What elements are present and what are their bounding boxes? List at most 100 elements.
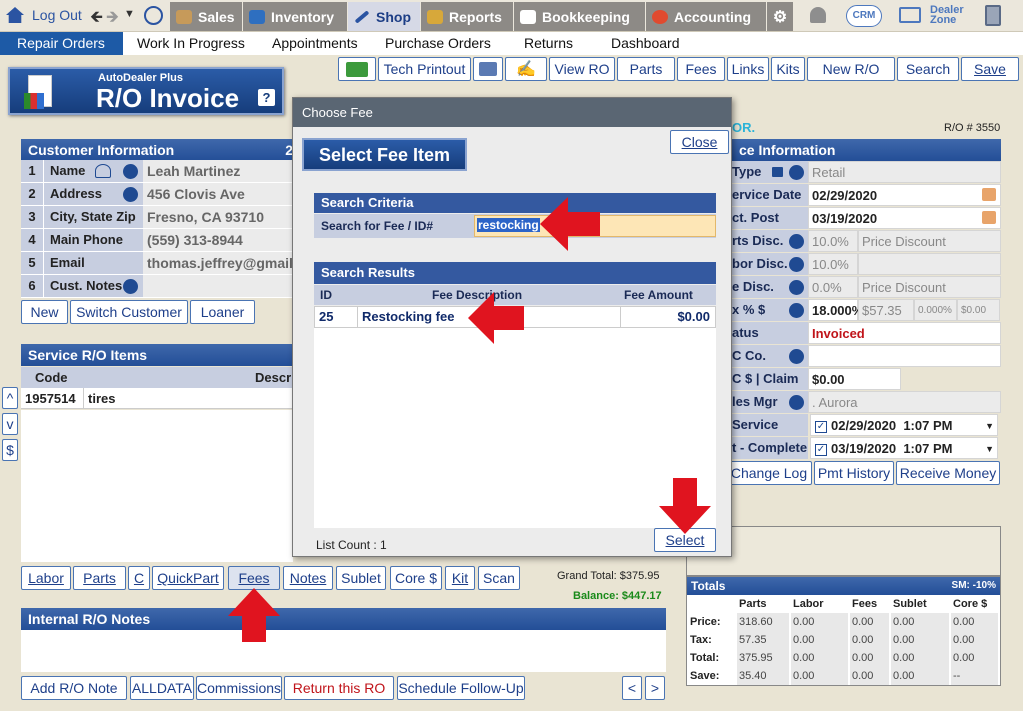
help-icon[interactable]: ?: [258, 89, 275, 106]
switch-customer-button[interactable]: Switch Customer: [70, 300, 188, 324]
next-button[interactable]: >: [645, 676, 665, 700]
info-field-extra[interactable]: Price Discount: [858, 230, 1001, 252]
lookup-icon[interactable]: [789, 349, 804, 364]
field-value[interactable]: Leah Martinez: [143, 160, 293, 182]
pmt-history-button[interactable]: Pmt History: [814, 461, 894, 485]
notes-button[interactable]: Notes: [283, 566, 333, 590]
field-value[interactable]: thomas.jeffrey@gmail.c: [143, 252, 305, 274]
c-button[interactable]: C: [128, 566, 150, 590]
info-field-extra[interactable]: 0.000%: [914, 299, 957, 321]
lookup-icon[interactable]: [789, 234, 804, 249]
field-value[interactable]: (559) 313-8944: [143, 229, 293, 251]
internal-notes-body[interactable]: [21, 630, 666, 672]
move-up-button[interactable]: ^: [2, 387, 18, 409]
calculator-icon[interactable]: [985, 5, 1001, 26]
add-ro-note-button[interactable]: Add R/O Note: [21, 676, 127, 700]
checkbox-icon[interactable]: ✓: [815, 443, 827, 456]
subnav-dashboard[interactable]: Dashboard: [611, 32, 680, 55]
change-log-button[interactable]: Change Log: [726, 461, 812, 485]
dealer-zone-label-2[interactable]: Zone: [930, 14, 956, 26]
parts-button[interactable]: Parts: [617, 57, 675, 81]
fees-add-button[interactable]: Fees: [228, 566, 280, 590]
forward-arrow-icon[interactable]: 🡺: [106, 6, 119, 33]
folder-button[interactable]: [338, 57, 376, 81]
new-ro-button[interactable]: New R/O: [807, 57, 895, 81]
subnav-appointments[interactable]: Appointments: [272, 32, 358, 55]
lookup-icon[interactable]: [789, 165, 804, 180]
info-field-value[interactable]: 0.0%: [808, 276, 858, 298]
field-value[interactable]: Fresno, CA 93710: [143, 206, 293, 228]
logout-link[interactable]: Log Out: [32, 7, 82, 23]
print-button[interactable]: [473, 57, 503, 81]
calendar-icon[interactable]: [982, 211, 996, 224]
unlock-icon[interactable]: [772, 167, 783, 177]
nav-inventory[interactable]: Inventory: [243, 2, 347, 31]
crm-icon[interactable]: CRM: [846, 5, 882, 27]
move-down-button[interactable]: v: [2, 413, 18, 435]
user-face-icon[interactable]: [144, 6, 163, 25]
nav-settings[interactable]: ⚙: [767, 2, 793, 31]
dealer-zone-icon[interactable]: [899, 7, 921, 23]
back-arrow-icon[interactable]: 🡸: [90, 6, 103, 33]
info-field-extra[interactable]: Price Discount: [858, 276, 1001, 298]
loaner-button[interactable]: Loaner: [190, 300, 255, 324]
save-button[interactable]: Save: [961, 57, 1019, 81]
quickpart-button[interactable]: QuickPart: [152, 566, 224, 590]
nav-accounting[interactable]: Accounting: [646, 2, 766, 31]
kit-button[interactable]: Kit: [445, 566, 475, 590]
field-value[interactable]: [143, 275, 293, 297]
labor-button[interactable]: Labor: [21, 566, 71, 590]
calendar-icon[interactable]: [982, 188, 996, 201]
kits-button[interactable]: Kits: [771, 57, 805, 81]
scan-button[interactable]: Scan: [478, 566, 520, 590]
subnav-purchase-orders[interactable]: Purchase Orders: [385, 32, 491, 55]
core-button[interactable]: Core $: [390, 566, 442, 590]
datetime-field[interactable]: ✓ 02/29/2020 1:07 PM ▼: [810, 414, 998, 436]
bell-icon[interactable]: [810, 7, 826, 23]
lookup-icon[interactable]: [123, 187, 138, 202]
info-field-value[interactable]: 03/19/2020: [808, 207, 1001, 229]
chevron-down-icon[interactable]: ▼: [985, 438, 994, 460]
info-field-value[interactable]: $0.00: [808, 368, 901, 390]
tech-printout-button[interactable]: Tech Printout: [378, 57, 471, 81]
datetime-field[interactable]: ✓ 03/19/2020 1:07 PM ▼: [810, 437, 998, 459]
sublet-button[interactable]: Sublet: [336, 566, 386, 590]
nav-bookkeeping[interactable]: Bookkeeping: [514, 2, 645, 31]
info-field-value[interactable]: 18.000%: [808, 299, 863, 321]
subnav-repair-orders[interactable]: Repair Orders: [0, 32, 123, 55]
field-value[interactable]: 456 Clovis Ave: [143, 183, 293, 205]
commissions-button[interactable]: Commissions: [196, 676, 282, 700]
add-contact-icon[interactable]: [95, 164, 111, 178]
schedule-follow-up-button[interactable]: Schedule Follow-Up: [397, 676, 525, 700]
chevron-down-icon[interactable]: ▼: [985, 415, 994, 437]
fees-button[interactable]: Fees: [677, 57, 725, 81]
info-field-value[interactable]: 02/29/2020: [808, 184, 1001, 206]
subnav-work-in-progress[interactable]: Work In Progress: [137, 32, 245, 55]
view-ro-button[interactable]: View RO: [549, 57, 615, 81]
info-field-value[interactable]: Retail: [808, 161, 1001, 183]
return-ro-button[interactable]: Return this RO: [284, 676, 394, 700]
info-field-value[interactable]: . Aurora: [808, 391, 1001, 413]
lookup-icon[interactable]: [123, 164, 138, 179]
nav-reports[interactable]: Reports: [421, 2, 513, 31]
alldata-button[interactable]: ALLDATA: [130, 676, 194, 700]
info-field-value[interactable]: Invoiced: [808, 322, 1001, 344]
links-button[interactable]: Links: [727, 57, 769, 81]
info-field-extra[interactable]: $0.00: [957, 299, 1000, 321]
lookup-icon[interactable]: [789, 280, 804, 295]
info-field-extra[interactable]: [858, 253, 1001, 275]
chevron-down-icon[interactable]: ▼: [124, 8, 135, 20]
receive-money-button[interactable]: Receive Money: [896, 461, 1000, 485]
prev-button[interactable]: <: [622, 676, 642, 700]
lookup-icon[interactable]: [123, 279, 138, 294]
search-button[interactable]: Search: [897, 57, 959, 81]
lookup-icon[interactable]: [789, 257, 804, 272]
info-field-value[interactable]: 10.0%: [808, 253, 858, 275]
info-field-value[interactable]: [808, 345, 1001, 367]
lookup-icon[interactable]: [789, 303, 804, 318]
close-button[interactable]: Close: [670, 130, 729, 154]
table-row[interactable]: 1957514 tires: [21, 388, 293, 409]
price-button[interactable]: $: [2, 439, 18, 461]
sign-button[interactable]: ✍: [505, 57, 547, 81]
parts-add-button[interactable]: Parts: [73, 566, 126, 590]
